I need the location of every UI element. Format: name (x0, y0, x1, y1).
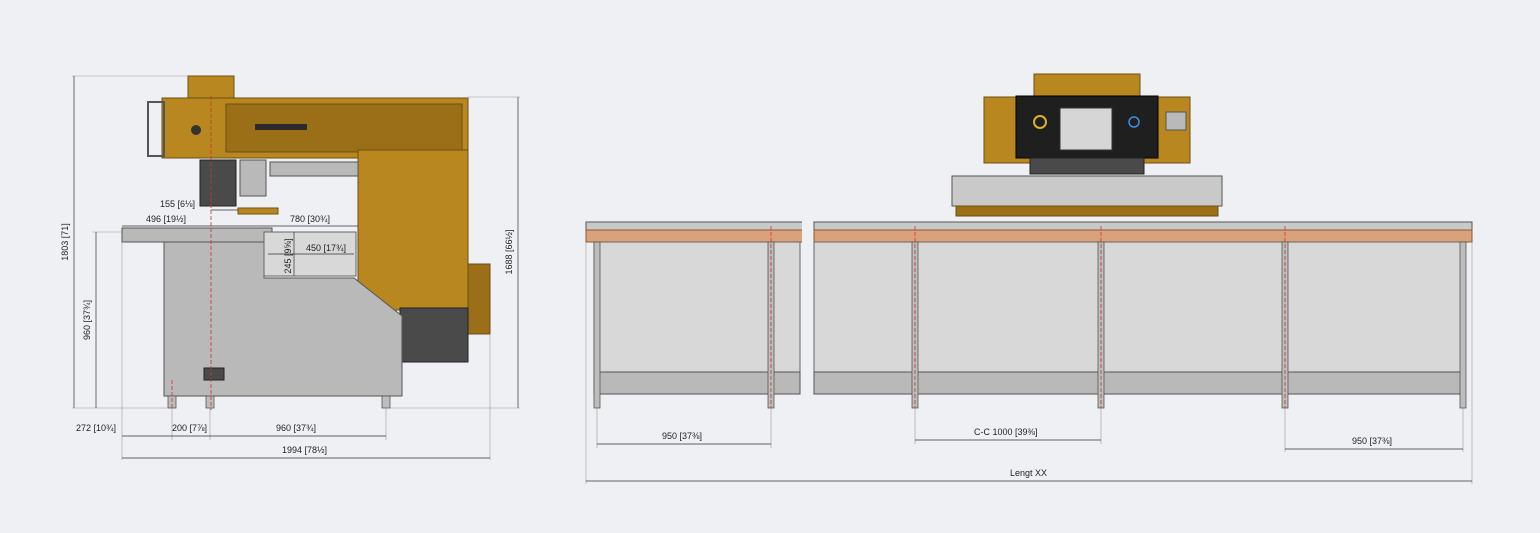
dim-center-spacing: C-C 1000 [39⅜] (974, 427, 1038, 437)
dim-reach-left: 496 [19½] (146, 214, 186, 224)
foot-middle (205, 395, 215, 409)
weld-head (199, 159, 237, 207)
break-gap (802, 214, 812, 404)
foot-right (381, 395, 391, 409)
dim-throat-depth: 780 [30¾] (290, 214, 330, 224)
front-view: 950 [37⅜] C-C 1000 [39⅜] 950 [37⅜] Lengt… (585, 73, 1473, 484)
dim-left-overhang: 272 [10¾] (76, 423, 116, 433)
table-rail-right (813, 221, 1473, 231)
dim-tool-offset: 155 [6⅛] (160, 199, 195, 209)
dim-table-height: 960 [37¾] (82, 300, 92, 340)
head-base (1029, 157, 1145, 175)
dim-right-height: 1688 [66½] (504, 229, 514, 274)
technical-drawing: 1803 [71] 1688 [66½] 960 [37¾] 155 [6⅛] … (60, 73, 1473, 484)
weld-strip (955, 205, 1219, 217)
dim-overall-depth: 1994 [78½] (282, 445, 327, 455)
head-cap (1033, 73, 1141, 99)
dim-opening-width: 450 [17¾] (306, 243, 346, 253)
skirt-right (813, 241, 1465, 373)
touch-screen[interactable] (1059, 107, 1113, 151)
rear-column (357, 149, 469, 311)
dim-opening-height: 245 [9⅝] (283, 238, 293, 273)
top-cap (187, 75, 235, 99)
dim-left-module: 950 [37⅜] (662, 431, 702, 441)
weld-bar (237, 207, 279, 215)
side-table-top (121, 227, 273, 243)
side-switch-box (203, 367, 225, 381)
base-block (399, 307, 469, 363)
dim-foot-to-foot: 960 [37¾] (276, 423, 316, 433)
dim-overall-length: Lengt XX (1010, 468, 1047, 478)
arm-label-plate (255, 124, 307, 130)
side-view: 1803 [71] 1688 [66½] 960 [37¾] 155 [6⅛] … (60, 75, 520, 460)
handle-knob-icon (191, 125, 201, 135)
side-box (1165, 111, 1187, 131)
dim-right-module: 950 [37⅜] (1352, 436, 1392, 446)
rear-box (467, 263, 491, 335)
dim-overall-height: 1803 [71] (60, 223, 70, 261)
pressure-beam (951, 175, 1223, 207)
head-bracket (239, 159, 267, 197)
head-rail (269, 161, 359, 177)
dim-foot-spacing: 200 [7⅞] (172, 423, 207, 433)
rail-lower-right (813, 371, 1465, 395)
table-top-right (813, 229, 1473, 243)
